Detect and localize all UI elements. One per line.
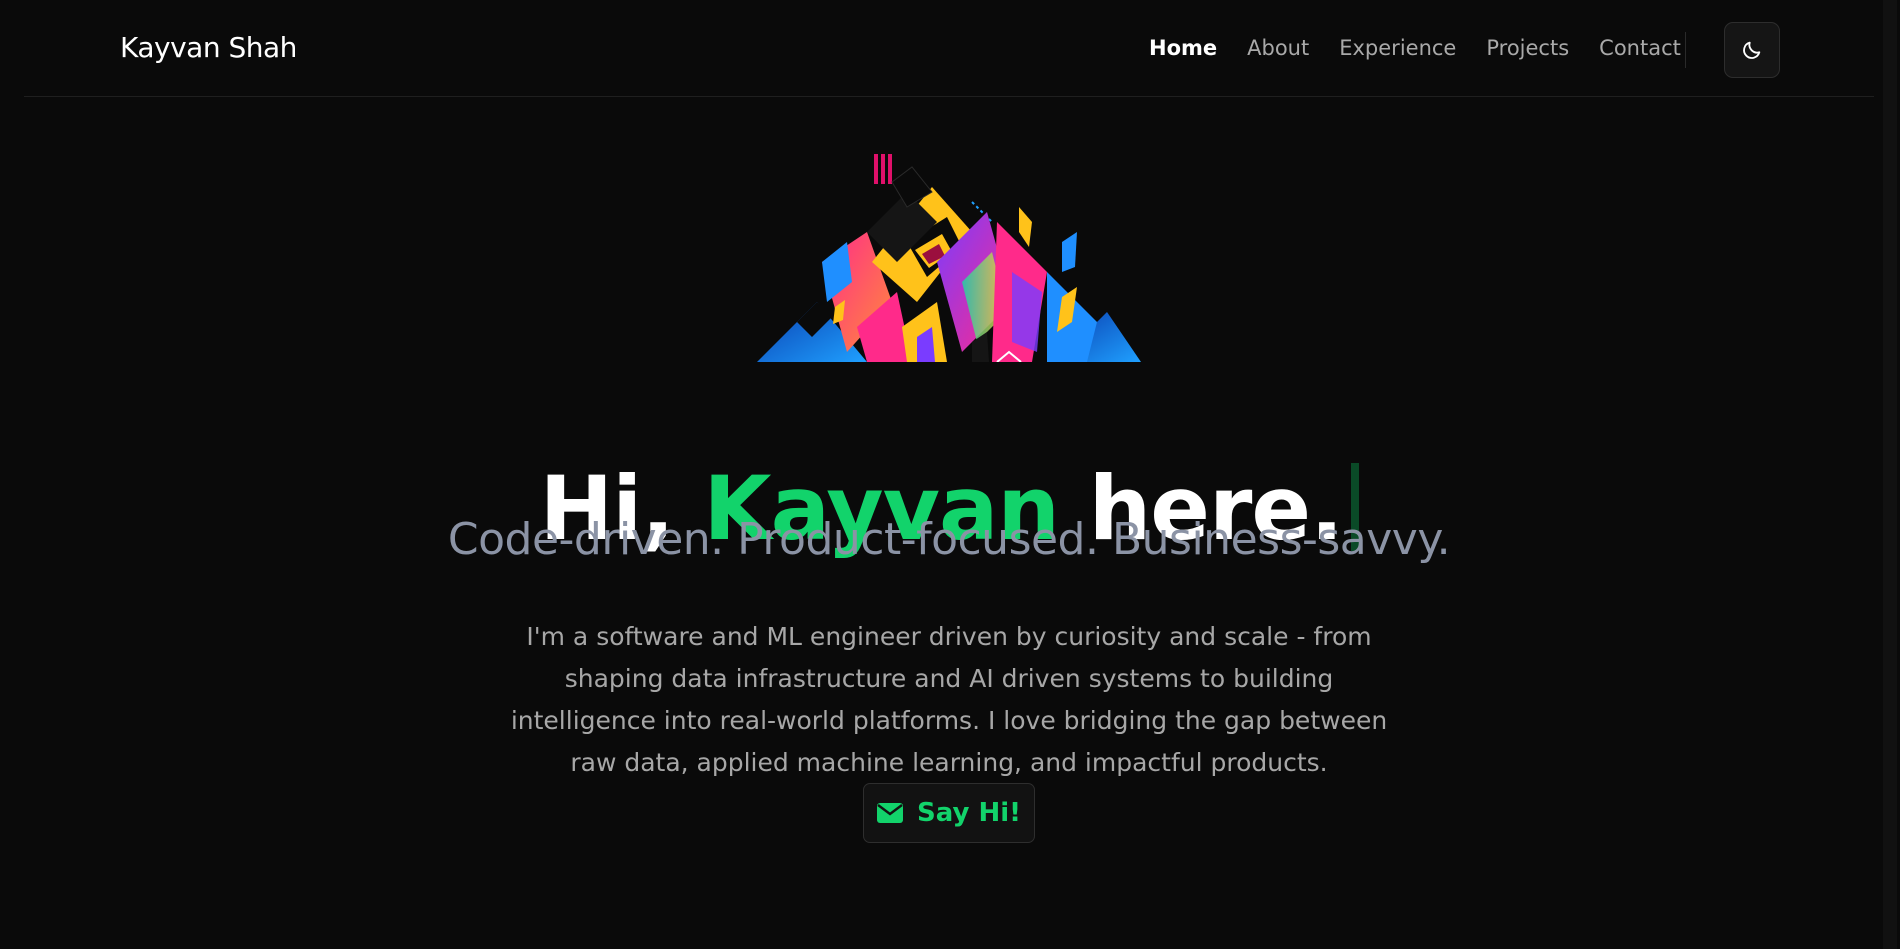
brand-logo-text[interactable]: Kayvan Shah <box>120 31 297 64</box>
say-hi-button[interactable]: Say Hi! <box>863 783 1035 843</box>
hero-subtitle: Code-driven. Product-focused. Business-s… <box>447 514 1451 565</box>
nav-divider <box>1685 32 1686 68</box>
main-nav: Home About Experience Projects Contact <box>1149 36 1711 60</box>
hero-geometric-illustration <box>757 154 1141 362</box>
nav-item-home[interactable]: Home <box>1149 36 1217 60</box>
nav-item-about[interactable]: About <box>1247 36 1309 60</box>
page: Kayvan Shah Home About Experience Projec… <box>0 0 1900 949</box>
theme-toggle-button[interactable] <box>1724 22 1780 78</box>
moon-icon <box>1743 41 1761 59</box>
navbar: Kayvan Shah Home About Experience Projec… <box>24 0 1874 97</box>
nav-item-experience[interactable]: Experience <box>1339 36 1456 60</box>
nav-item-contact[interactable]: Contact <box>1599 36 1681 60</box>
envelope-icon <box>877 803 903 823</box>
nav-item-projects[interactable]: Projects <box>1486 36 1569 60</box>
hero-bio: I'm a software and ML engineer driven by… <box>510 622 1388 777</box>
say-hi-label: Say Hi! <box>917 798 1021 828</box>
